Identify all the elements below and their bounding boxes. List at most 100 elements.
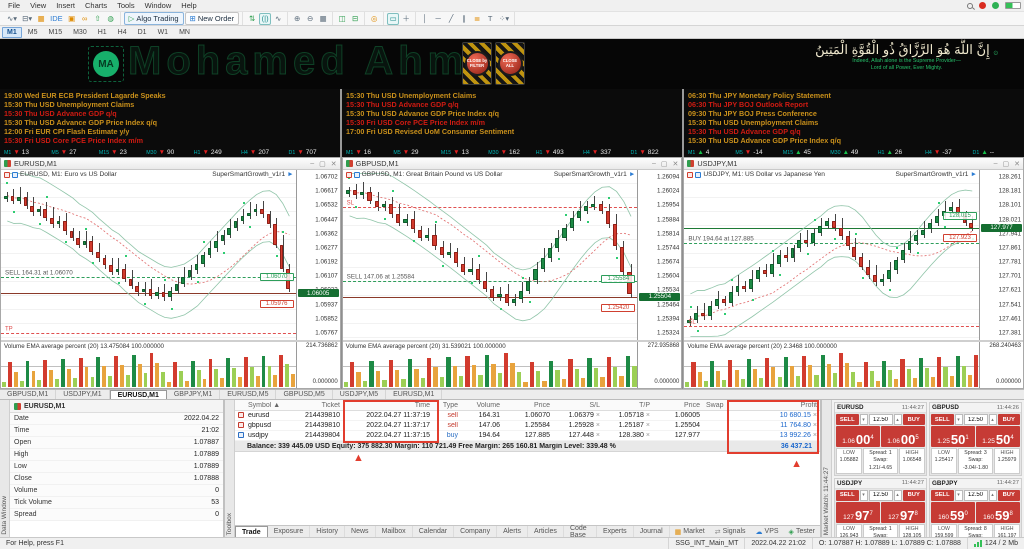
algo-trading-button[interactable]: ▷ Algo Trading xyxy=(123,12,184,25)
timeframe-w1[interactable]: W1 xyxy=(153,27,174,38)
sell-button[interactable]: SELL xyxy=(931,489,954,501)
volume-down-stepper[interactable]: ▾ xyxy=(859,414,868,425)
toolbox-tab-history[interactable]: History xyxy=(310,526,346,537)
sell-button[interactable]: SELL xyxy=(836,414,859,425)
close-icon[interactable]: × xyxy=(646,422,650,429)
restore-button[interactable]: ▢ xyxy=(319,160,326,168)
close-button[interactable]: ✕ xyxy=(672,160,678,168)
notifications-icon[interactable] xyxy=(979,2,986,9)
zoom-in-icon[interactable]: ⊕ xyxy=(291,13,303,25)
toolbox-tab-journal[interactable]: Journal xyxy=(634,526,670,537)
minimize-button[interactable]: – xyxy=(652,160,656,168)
chart-tab-gbpusdm1[interactable]: GBPUSD,M1 xyxy=(0,390,57,399)
depth-of-market-icon[interactable]: (|) xyxy=(259,12,272,25)
volume-up-stepper[interactable]: ▴ xyxy=(988,489,997,501)
buy-button[interactable]: BUY xyxy=(997,489,1020,501)
vline-icon[interactable]: │ xyxy=(419,13,431,25)
zoom-out-icon[interactable]: ⊖ xyxy=(304,13,316,25)
minimize-button[interactable]: – xyxy=(994,160,998,168)
buy-price-box[interactable]: 1.25 50 4 xyxy=(976,426,1020,447)
signals-button[interactable]: ⇄ Signals xyxy=(710,528,751,536)
volume-down-stepper[interactable]: ▾ xyxy=(954,489,963,501)
volume-up-stepper[interactable]: ▴ xyxy=(893,489,902,501)
volume-up-stepper[interactable]: ▴ xyxy=(893,414,902,425)
grid-icon[interactable]: ▦ xyxy=(317,13,329,25)
publish-icon[interactable]: ⇧ xyxy=(92,13,104,25)
tick-chart-icon[interactable]: ∿ xyxy=(272,13,284,25)
chart-tab-usdjpym1[interactable]: USDJPY,M1 xyxy=(56,390,110,399)
search-icon[interactable] xyxy=(967,2,973,9)
toolbox-tab-company[interactable]: Company xyxy=(454,526,498,537)
sell-price-box[interactable]: 160 59 0 xyxy=(931,501,975,523)
volume-input[interactable] xyxy=(963,489,988,501)
sort-icon[interactable]: ⇅ xyxy=(246,13,258,25)
timeframe-h4[interactable]: H4 xyxy=(113,27,132,38)
timeframe-h1[interactable]: H1 xyxy=(93,27,112,38)
crosshair-icon[interactable]: ＋ xyxy=(400,13,412,25)
market-button[interactable]: ▦ Market xyxy=(670,528,710,536)
vps-button[interactable]: ☁ VPS xyxy=(751,528,784,536)
chart-tab-gbpusdm5[interactable]: GBPUSD,M5 xyxy=(276,390,333,399)
link-charts-icon[interactable]: ∞ xyxy=(79,13,91,25)
text-icon[interactable]: T xyxy=(484,13,496,25)
position-row[interactable]: eurusd 214439810 2022.04.27 11:37:19 sell 16… xyxy=(235,411,820,421)
sell-price-box[interactable]: 1.06 00 4 xyxy=(836,426,880,447)
close-all-button[interactable]: CLOSE ALL xyxy=(495,42,525,85)
close-icon[interactable]: × xyxy=(596,422,600,429)
chart-style-icon[interactable]: ∿▾ xyxy=(5,13,19,25)
buy-price-box[interactable]: 160 59 8 xyxy=(976,501,1020,523)
restore-button[interactable]: ▢ xyxy=(1003,160,1010,168)
close-button[interactable]: ✕ xyxy=(1014,160,1020,168)
toolbox-tab-alerts[interactable]: Alerts xyxy=(497,526,528,537)
close-icon[interactable]: × xyxy=(596,432,600,439)
trendline-icon[interactable]: ╱ xyxy=(445,13,457,25)
menu-item-view[interactable]: View xyxy=(25,1,51,10)
menu-item-window[interactable]: Window xyxy=(140,1,177,10)
volume-up-stepper[interactable]: ▴ xyxy=(988,414,997,425)
toolbox-tab-mailbox[interactable]: Mailbox xyxy=(376,526,413,537)
sell-button[interactable]: SELL xyxy=(931,414,954,425)
close-icon[interactable]: × xyxy=(646,432,650,439)
volume-down-stepper[interactable]: ▾ xyxy=(859,489,868,501)
tile-windows-icon[interactable]: ◫ xyxy=(336,13,348,25)
menu-item-charts[interactable]: Charts xyxy=(80,1,112,10)
close-icon[interactable]: × xyxy=(813,432,817,439)
menu-item-tools[interactable]: Tools xyxy=(112,1,140,10)
toolbox-tab-experts[interactable]: Experts xyxy=(597,526,634,537)
volume-input[interactable] xyxy=(963,414,988,425)
volume-input[interactable] xyxy=(868,489,893,501)
restore-button[interactable]: ▢ xyxy=(661,160,668,168)
lock-icon[interactable]: ▣ xyxy=(66,13,78,25)
cursor-icon[interactable]: ▭ xyxy=(387,12,400,25)
shapes-icon[interactable]: ⁘▾ xyxy=(497,13,511,25)
buy-button[interactable]: BUY xyxy=(902,414,925,425)
buy-price-box[interactable]: 1.06 00 5 xyxy=(881,426,925,447)
chart-tab-eurusdm5[interactable]: EURUSD,M5 xyxy=(220,390,277,399)
chart-tab-usdjpym5[interactable]: USDJPY,M5 xyxy=(333,390,387,399)
chart-tab-eurusdm1[interactable]: EURUSD,M1 xyxy=(109,390,167,399)
tester-button[interactable]: ◈ Tester xyxy=(784,528,820,536)
position-row[interactable]: gbpusd 214439810 2022.04.27 11:37:17 sell 14… xyxy=(235,421,820,431)
position-row[interactable]: usdjpy 214439804 2022.04.27 11:37:15 buy 194… xyxy=(235,431,820,441)
timeframe-m30[interactable]: M30 xyxy=(68,27,92,38)
community-icon[interactable]: ◍ xyxy=(105,13,117,25)
close-by-filter-button[interactable]: CLOSE by FILTER xyxy=(462,42,492,85)
screenshot-icon[interactable]: ◎ xyxy=(368,13,380,25)
timeframe-mn[interactable]: MN xyxy=(174,27,195,38)
volume-input[interactable] xyxy=(868,414,893,425)
channel-icon[interactable]: ∥ xyxy=(458,13,470,25)
menu-item-help[interactable]: Help xyxy=(176,1,201,10)
timeframe-d1[interactable]: D1 xyxy=(133,27,152,38)
close-button[interactable]: ✕ xyxy=(331,160,337,168)
toolbox-tab-codebase[interactable]: Code Base xyxy=(564,525,597,539)
buy-button[interactable]: BUY xyxy=(997,414,1020,425)
timeframe-m1[interactable]: M1 xyxy=(2,26,22,38)
sell-price-box[interactable]: 127 97 7 xyxy=(836,501,880,523)
user-icon[interactable] xyxy=(992,2,999,9)
ide-icon[interactable]: IDE xyxy=(48,13,65,25)
close-icon[interactable]: × xyxy=(813,422,817,429)
toolbox-tab-articles[interactable]: Articles xyxy=(528,526,564,537)
timeframe-m5[interactable]: M5 xyxy=(23,27,43,38)
menu-item-file[interactable]: File xyxy=(3,1,25,10)
minimize-button[interactable]: – xyxy=(310,160,314,168)
